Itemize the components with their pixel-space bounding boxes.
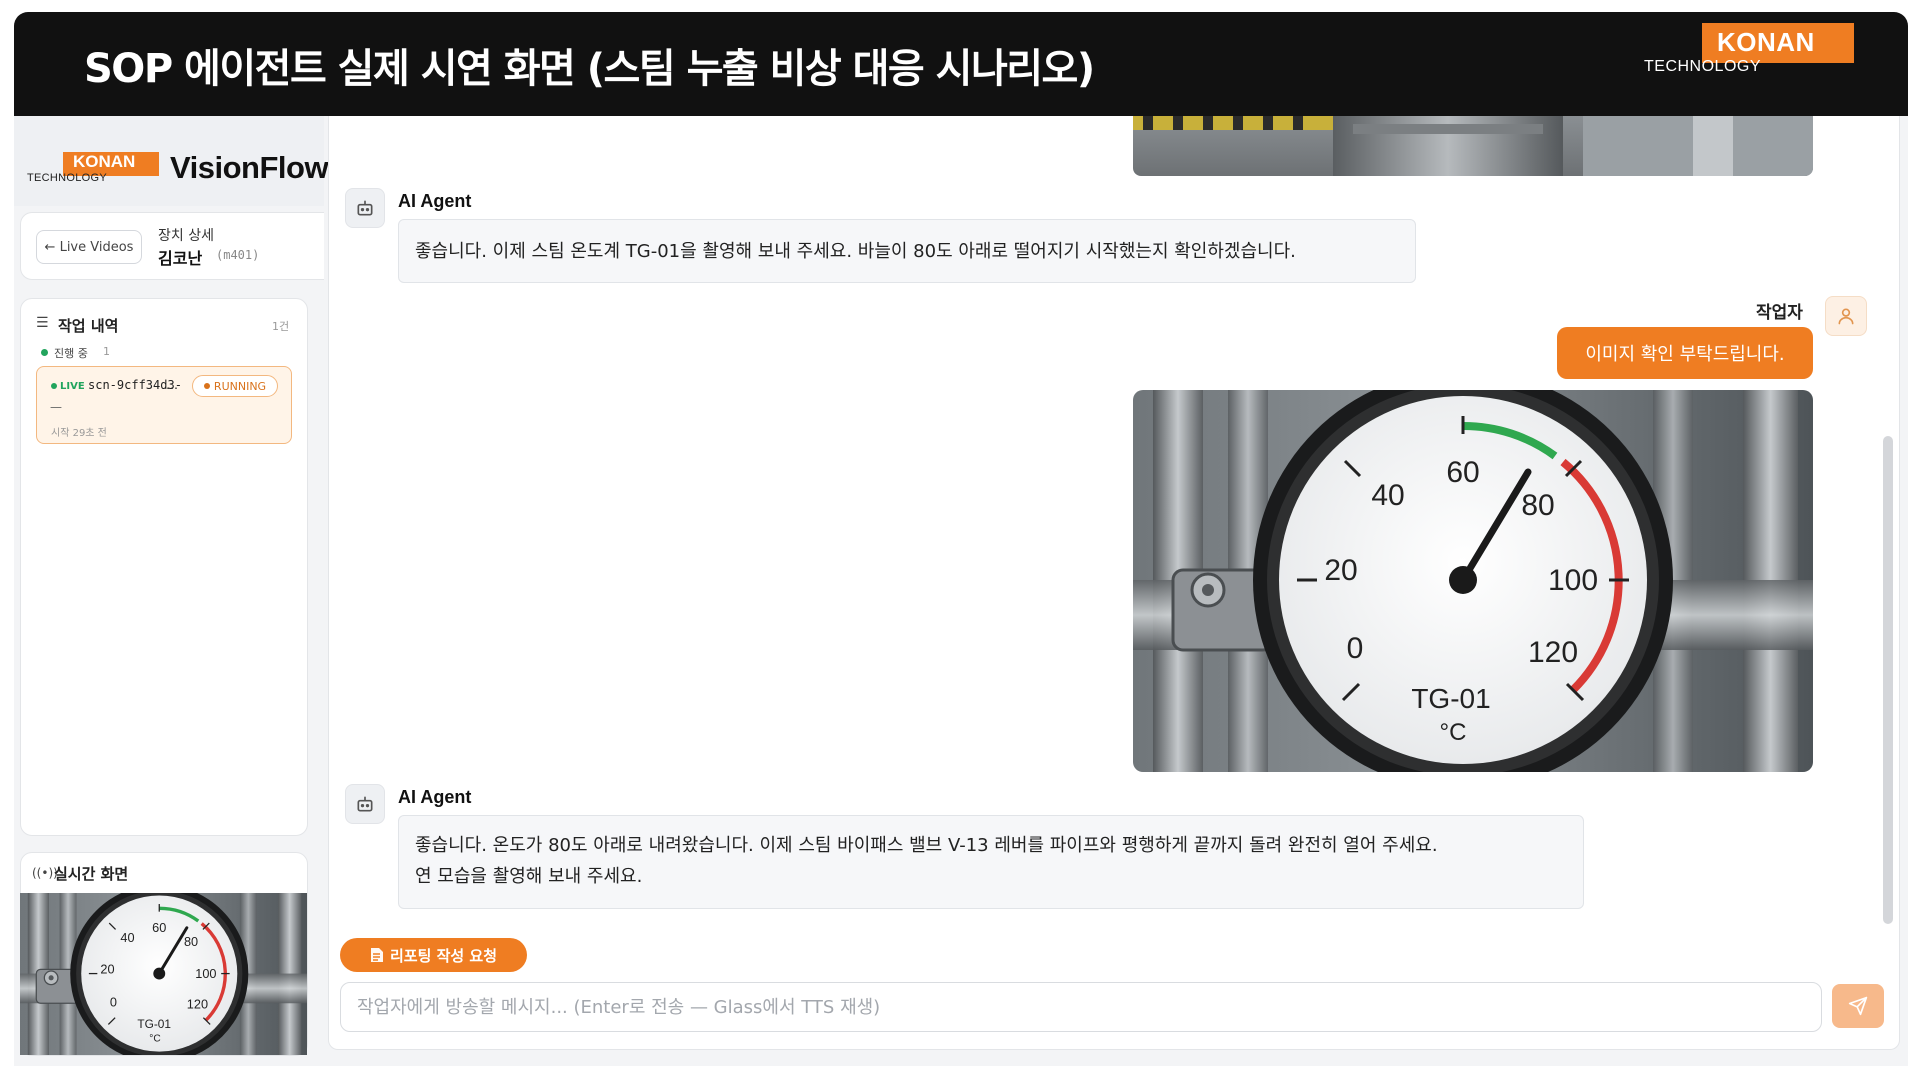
running-dot: [203, 383, 210, 389]
job-id-ellipsis: …: [166, 378, 178, 392]
user-message-bubble: 이미지 확인 부탁드립니다.: [1557, 327, 1813, 379]
gauge-label: 60: [1446, 456, 1479, 489]
gauge-label: 100: [1548, 564, 1598, 597]
previous-photo: [1133, 116, 1813, 176]
work-history-title: 작업 내역: [58, 317, 119, 335]
robot-icon: [345, 784, 385, 824]
product-name: VisionFlow: [170, 150, 329, 185]
job-subtitle: —: [50, 400, 62, 414]
report-request-button[interactable]: 리포팅 작성 요청: [340, 938, 527, 972]
live-label: LIVE: [60, 381, 85, 392]
device-detail-label: 장치 상세: [158, 228, 214, 244]
live-view-image: [20, 893, 307, 1055]
banner-title: SOP 에이전트 실제 시연 화면 (스팀 누출 비상 대응 시나리오): [84, 46, 1095, 92]
gauge-unit: °C: [1440, 719, 1467, 746]
status-badge: RUNNING: [192, 375, 278, 397]
agent-message-bubble: 좋습니다. 이제 스팀 온도계 TG-01을 촬영해 보내 주세요. 바늘이 8…: [398, 219, 1416, 283]
in-progress-label: 진행 중: [54, 347, 88, 360]
back-to-live-videos-button[interactable]: ← Live Videos: [36, 230, 142, 264]
gauge-name: TG-01: [1411, 683, 1490, 714]
live-view-title: 실시간 화면: [54, 865, 129, 883]
in-progress-count: 1: [103, 345, 110, 358]
document-icon: [370, 948, 383, 962]
gauge-photo[interactable]: 0 20 40 60 80 100 120 TG-01 °C: [1133, 390, 1813, 772]
device-id: (m401): [216, 248, 260, 262]
robot-icon: [345, 188, 385, 228]
report-request-label: 리포팅 작성 요청: [389, 946, 498, 965]
gauge-label: 40: [1371, 479, 1404, 512]
job-start-time: 시작 29초 전: [51, 428, 107, 439]
message-text: 좋습니다. 온도가 80도 아래로 내려왔습니다. 이제 스팀 바이패스 밸브 …: [415, 835, 1438, 856]
send-button[interactable]: [1832, 984, 1884, 1028]
list-icon: ☰: [36, 315, 49, 331]
work-history-count: 1건: [272, 320, 290, 333]
live-dot: [51, 383, 57, 389]
chat-scrollbar[interactable]: [1883, 436, 1893, 924]
message-sender: 작업자: [1756, 303, 1803, 323]
message-sender: AI Agent: [398, 787, 472, 807]
message-sender: AI Agent: [398, 191, 472, 211]
message-input[interactable]: [340, 982, 1822, 1032]
pipe-photo-crop: [1133, 116, 1813, 176]
in-progress-dot: [41, 349, 48, 356]
gauge-photo-thumbnail: [20, 893, 307, 1055]
person-icon: [1825, 296, 1867, 336]
konan-logo-word: KONAN: [73, 152, 136, 171]
gauge-label: 20: [1324, 554, 1357, 587]
gauge-label: 0: [1347, 632, 1364, 665]
agent-message-bubble: 좋습니다. 온도가 80도 아래로 내려왔습니다. 이제 스팀 바이패스 밸브 …: [398, 815, 1584, 909]
device-user-name: 김코난: [158, 249, 203, 268]
paper-plane-icon: [1848, 996, 1868, 1016]
gauge-label: 120: [1528, 636, 1578, 669]
gauge-photo-image: 0 20 40 60 80 100 120 TG-01 °C: [1133, 390, 1813, 772]
status-badge-label: RUNNING: [213, 379, 267, 393]
brand-logo-sub: TECHNOLOGY: [1644, 58, 1762, 75]
message-text: 좋습니다. 이제 스팀 온도계 TG-01을 촬영해 보내 주세요. 바늘이 8…: [415, 240, 1296, 262]
brand-logo-word: KONAN: [1717, 27, 1815, 57]
message-text: 연 모습을 촬영해 보내 주세요.: [415, 866, 643, 887]
gauge-label: 80: [1521, 489, 1554, 522]
konan-logo-sub: TECHNOLOGY: [27, 172, 108, 184]
